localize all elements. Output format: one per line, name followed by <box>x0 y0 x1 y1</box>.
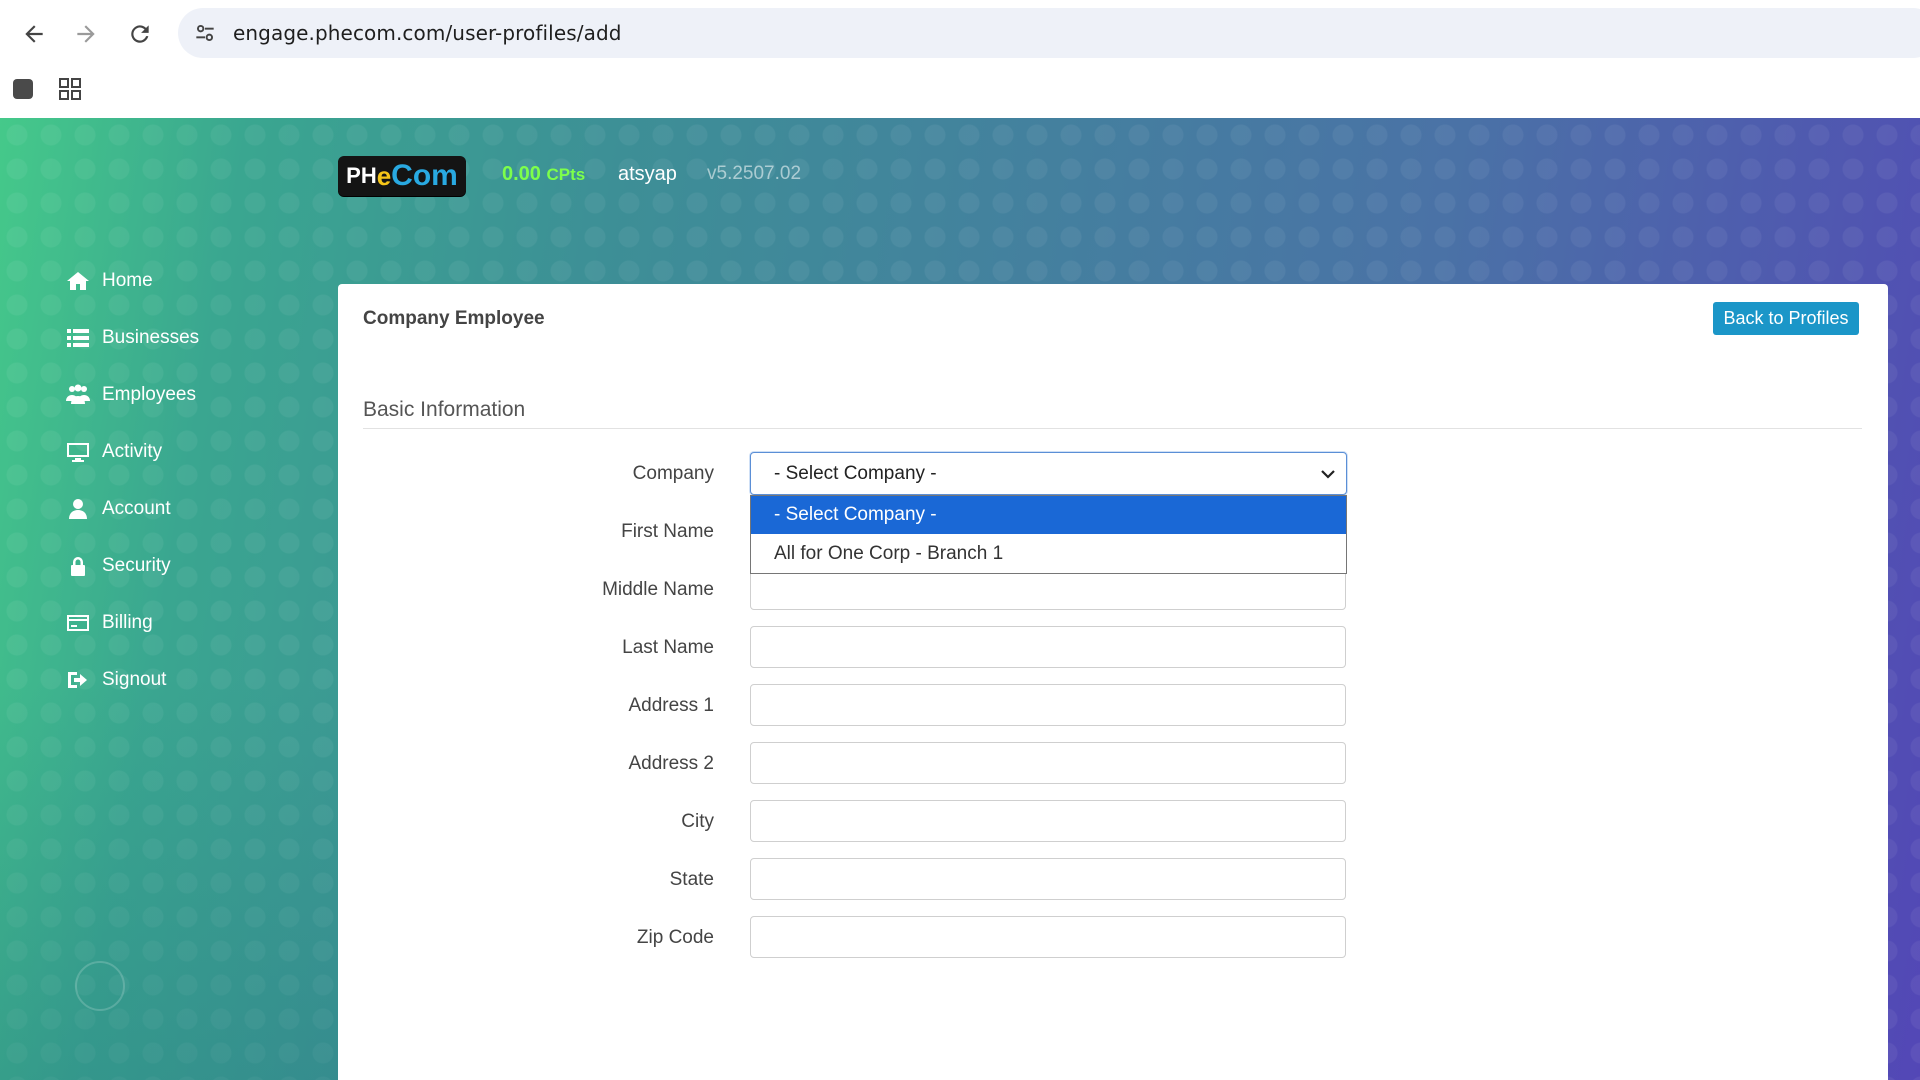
logo-ph-text: PH <box>346 163 377 188</box>
app-background: PH e Com 0.00 CPts atsyap v5.2507.02 Home … <box>0 118 1920 1080</box>
lock-icon <box>64 554 92 578</box>
logo-e-text: e <box>376 160 392 191</box>
city-label: City <box>681 811 714 832</box>
arrow-right-icon <box>77 25 95 43</box>
forward-nav-button[interactable] <box>64 12 108 56</box>
address2-field[interactable] <box>750 742 1346 784</box>
state-label: State <box>669 869 714 890</box>
zip-code-label: Zip Code <box>636 927 714 948</box>
sidebar-item-employees[interactable]: Employees <box>64 378 196 412</box>
home-icon <box>64 269 92 293</box>
list-icon <box>64 326 92 350</box>
sidebar-item-signout[interactable]: Signout <box>64 663 166 697</box>
site-settings-icon[interactable] <box>192 20 218 46</box>
address2-label: Address 2 <box>628 753 714 774</box>
state-field[interactable] <box>750 858 1346 900</box>
company-dropdown-list: - Select Company - All for One Corp - Br… <box>750 495 1347 574</box>
address1-field[interactable] <box>750 684 1346 726</box>
bookmark-bar <box>0 66 1920 118</box>
reload-icon <box>131 25 149 43</box>
users-icon <box>64 383 92 407</box>
app-version: v5.2507.02 <box>707 163 802 184</box>
sign-out-icon <box>64 668 92 692</box>
arrow-left-icon <box>25 25 43 43</box>
company-select[interactable]: - Select Company - <box>750 452 1347 495</box>
sidebar-item-billing[interactable]: Billing <box>64 606 153 640</box>
address-bar[interactable]: engage.phecom.com/user-profiles/add <box>178 8 1920 58</box>
last-name-label: Last Name <box>622 637 714 658</box>
city-field[interactable] <box>750 800 1346 842</box>
decorative-circle <box>75 961 125 1011</box>
sidebar-item-activity[interactable]: Activity <box>64 435 162 469</box>
points-unit: CPts <box>546 165 586 184</box>
middle-name-label: Middle Name <box>602 579 714 600</box>
company-option-select[interactable]: - Select Company - <box>751 496 1346 534</box>
company-option-branch-1[interactable]: All for One Corp - Branch 1 <box>751 535 1346 573</box>
points-value: 0.00 <box>502 163 541 185</box>
sidebar-item-account[interactable]: Account <box>64 492 171 526</box>
reload-button[interactable] <box>118 12 162 56</box>
background-fade <box>0 678 340 1080</box>
sidebar-item-label: Employees <box>102 384 196 405</box>
card-title: Company Employee <box>363 308 545 329</box>
sidebar-item-label: Businesses <box>102 327 200 348</box>
sidebar-item-security[interactable]: Security <box>64 549 171 583</box>
company-label: Company <box>632 463 714 484</box>
logo-com-text: Com <box>391 159 458 192</box>
employee-form-card: Company Employee Back to Profiles Basic … <box>338 284 1888 1080</box>
monitor-icon <box>64 440 92 464</box>
sidebar-item-label: Billing <box>102 612 153 633</box>
sidebar-item-label: Activity <box>102 441 163 462</box>
browser-toolbar: engage.phecom.com/user-profiles/add <box>0 0 1920 66</box>
back-nav-button[interactable] <box>12 12 56 56</box>
middle-name-field[interactable] <box>750 568 1346 610</box>
sidebar-item-businesses[interactable]: Businesses <box>64 321 199 355</box>
chevron-down-icon <box>1321 470 1335 479</box>
sidebar-item-home[interactable]: Home <box>64 264 153 298</box>
user-icon <box>64 497 92 521</box>
credit-card-icon <box>64 611 92 635</box>
section-title: Basic Information <box>363 398 526 421</box>
sidebar-item-label: Security <box>102 555 171 576</box>
address1-label: Address 1 <box>628 695 714 716</box>
tab-square-icon[interactable] <box>13 79 33 99</box>
url-text[interactable]: engage.phecom.com/user-profiles/add <box>233 21 622 45</box>
zip-code-field[interactable] <box>750 916 1346 958</box>
sidebar-item-label: Home <box>102 270 153 291</box>
company-select-value: - Select Company - <box>774 463 937 484</box>
back-to-profiles-button[interactable]: Back to Profiles <box>1713 302 1859 335</box>
username[interactable]: atsyap <box>618 163 677 186</box>
last-name-field[interactable] <box>750 626 1346 668</box>
phecom-logo[interactable]: PH e Com <box>338 156 466 196</box>
sidebar-item-label: Account <box>102 498 171 519</box>
sidebar-item-label: Signout <box>102 669 167 690</box>
points-balance: 0.00 CPts <box>502 163 585 186</box>
section-divider <box>363 428 1862 429</box>
first-name-label: First Name <box>621 521 714 542</box>
apps-grid-icon[interactable] <box>58 77 82 101</box>
